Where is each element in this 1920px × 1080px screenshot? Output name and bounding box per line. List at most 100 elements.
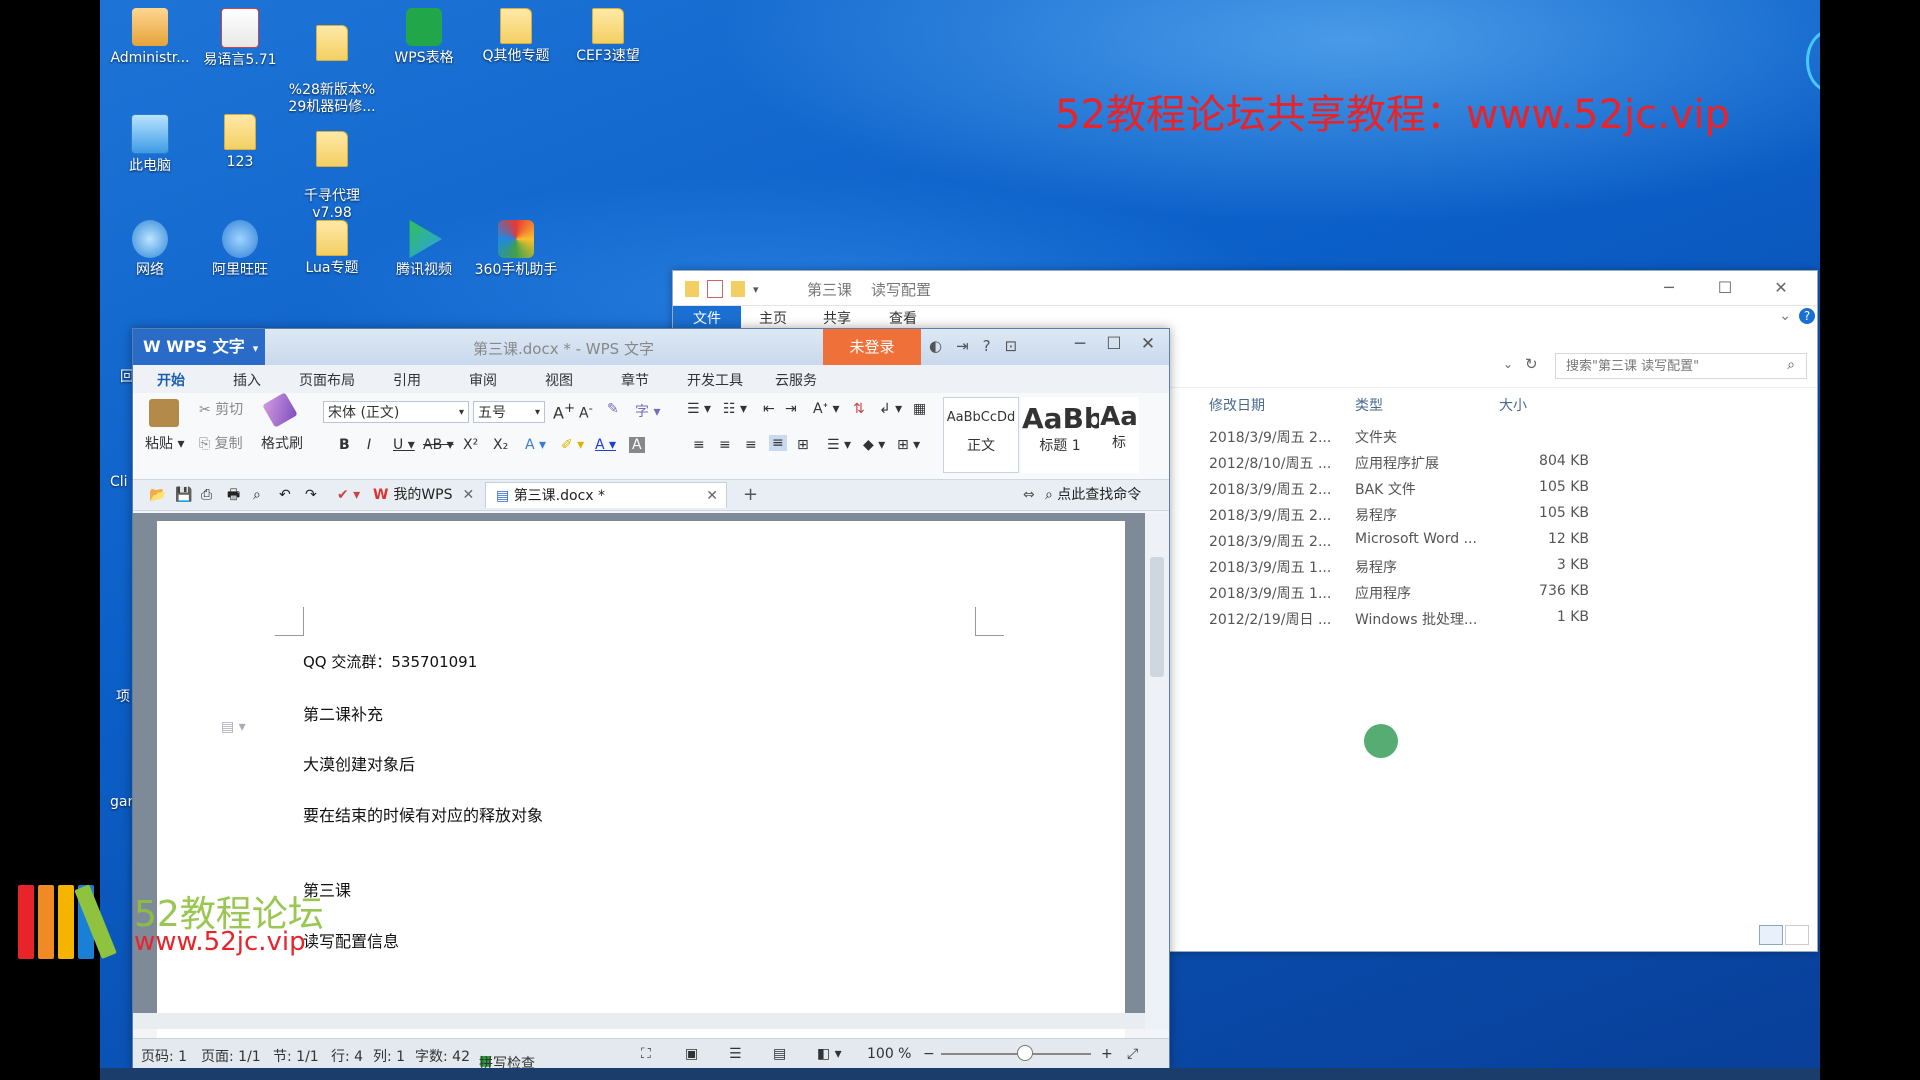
numbered-list-icon[interactable]: ☷ ▾ [723, 401, 747, 417]
status-words[interactable]: 字数: 42 [415, 1046, 470, 1066]
increase-indent-icon[interactable]: ⇥ [785, 401, 797, 417]
text-direction-icon[interactable]: Aᐩ ▾ [813, 401, 840, 417]
restore-layout-icon[interactable]: ⊡ [1005, 337, 1018, 355]
column-type[interactable]: 类型 [1355, 395, 1383, 415]
bullet-list-icon[interactable]: ☰ ▾ [687, 401, 711, 417]
phonetic-icon[interactable]: 字 ▾ [635, 401, 660, 421]
close-icon[interactable]: ✕ [463, 487, 475, 503]
tab-view[interactable]: 查看 [883, 306, 923, 330]
align-justify-icon[interactable]: ≡ [769, 435, 787, 451]
maximize-icon[interactable]: ☐ [1097, 334, 1131, 354]
tab-file[interactable]: 文件 [673, 306, 741, 330]
format-painter-button[interactable]: 格式刷 [261, 433, 303, 453]
tab-cloud[interactable]: 云服务 [775, 370, 817, 390]
tab-share[interactable]: 共享 [817, 306, 857, 330]
help-icon[interactable]: ? [983, 337, 991, 355]
decrease-indent-icon[interactable]: ⇤ [763, 401, 775, 417]
redo-icon[interactable]: ↷ [295, 482, 327, 508]
close-icon[interactable]: ✕ [706, 483, 718, 509]
align-center-icon[interactable]: ≡ [719, 437, 731, 453]
skin-icon[interactable]: ◐ [929, 337, 942, 355]
tab-review[interactable]: 审阅 [469, 370, 497, 390]
underline-icon[interactable]: U ▾ [393, 437, 415, 453]
desktop-icon-123[interactable]: 123 [192, 114, 288, 171]
copy-button[interactable]: ⎘ 复制 [199, 433, 243, 453]
font-size-select[interactable]: 五号 ▾ [473, 401, 545, 423]
tab-my-wps[interactable]: W 我的WPS ✕ [363, 482, 484, 508]
chevron-down-icon[interactable]: ⌄ [1773, 306, 1797, 326]
line-spacing-icon[interactable]: ☰ ▾ [827, 437, 851, 453]
column-date[interactable]: 修改日期 [1209, 395, 1265, 415]
distribute-icon[interactable]: ⊞ [797, 437, 809, 453]
tab-references[interactable]: 引用 [393, 370, 421, 390]
vertical-scrollbar[interactable] [1145, 513, 1169, 1029]
zoom-slider[interactable] [941, 1053, 1091, 1055]
minimize-icon[interactable]: ─ [1641, 275, 1697, 301]
horizontal-scrollbar[interactable] [133, 1013, 1145, 1029]
desktop-icon-administrator[interactable]: Administr... [102, 8, 198, 67]
full-screen-icon[interactable]: ⛶ [641, 1046, 651, 1062]
paragraph-mark-icon[interactable]: ↲ ▾ [879, 401, 902, 417]
new-folder-icon[interactable] [731, 281, 745, 297]
close-icon[interactable]: ✕ [1753, 275, 1809, 301]
tab-page-layout[interactable]: 页面布局 [299, 370, 355, 390]
status-page-no[interactable]: 页码: 1 [141, 1046, 187, 1066]
paragraph-handle-icon[interactable]: ▤ ▾ [221, 719, 246, 735]
page-view-icon[interactable]: ▣ [685, 1046, 698, 1062]
desktop-icon-tencent-video[interactable]: 腾讯视频 [376, 220, 472, 279]
paste-icon[interactable] [149, 399, 179, 427]
refresh-icon[interactable]: ↻ [1525, 355, 1538, 373]
doc-paragraph[interactable]: 第二课补充 [303, 701, 383, 725]
scrollbar-thumb[interactable] [1150, 557, 1164, 677]
align-left-icon[interactable]: ≡ [693, 437, 705, 453]
desktop-icon-wps-sheet[interactable]: WPS表格 [376, 8, 472, 67]
style-more[interactable]: Aa 标 [1099, 397, 1139, 473]
tab-chapter[interactable]: 章节 [621, 370, 649, 390]
print-preview-icon[interactable]: ⌕ [243, 482, 271, 508]
zoom-slider-handle[interactable] [1017, 1045, 1033, 1061]
desktop-icon-360[interactable]: 360手机助手 [468, 220, 564, 279]
font-shrink-icon[interactable]: A- [579, 401, 593, 422]
desktop-icon-network[interactable]: 网络 [102, 220, 198, 279]
font-color-icon[interactable]: A ▾ [595, 437, 616, 453]
reading-mode-icon[interactable]: ◧ ▾ [817, 1046, 842, 1062]
style-heading-1[interactable]: AaBb 标题 1 [1021, 397, 1104, 473]
tab-home[interactable]: 开始 [157, 370, 185, 390]
outline-view-icon[interactable]: ☰ [729, 1046, 742, 1062]
bold-icon[interactable]: B [339, 437, 350, 453]
tab-view[interactable]: 视图 [545, 370, 573, 390]
sort-icon[interactable]: ⇅ [853, 401, 865, 417]
table-icon[interactable]: ▦ [913, 401, 926, 417]
doc-paragraph[interactable]: 大漠创建对象后 [303, 751, 415, 775]
desktop-icon-cef3[interactable]: CEF3速望 [560, 8, 656, 65]
shading-icon[interactable]: ◆ ▾ [863, 437, 885, 453]
search-input[interactable]: 搜索"第三课 读写配置" [1555, 353, 1807, 379]
cut-button[interactable]: ✂ 剪切 [199, 399, 243, 419]
italic-icon[interactable]: I [367, 437, 371, 453]
desktop-icon-lua[interactable]: Lua专题 [284, 220, 380, 277]
font-name-select[interactable]: 宋体 (正文) ▾ [323, 401, 469, 423]
doc-paragraph[interactable]: QQ 交流群：535701091 [303, 651, 477, 672]
maximize-icon[interactable]: ☐ [1697, 275, 1753, 301]
tab-developer[interactable]: 开发工具 [687, 370, 743, 390]
zoom-in-icon[interactable]: + [1101, 1046, 1113, 1062]
find-command[interactable]: ⌕ 点此查找命令 [1035, 482, 1151, 508]
fit-page-icon[interactable]: ⤢ [1127, 1046, 1138, 1062]
search-icon[interactable]: ⌕ [1787, 357, 1795, 373]
help-icon[interactable]: ? [1799, 308, 1815, 324]
desktop-icon-q-other[interactable]: Q其他专题 [468, 8, 564, 65]
clear-format-icon[interactable]: ✎ [607, 401, 619, 417]
superscript-icon[interactable]: X² [463, 437, 478, 453]
details-view-icon[interactable] [1759, 925, 1783, 945]
tab-home[interactable]: 主页 [753, 306, 793, 330]
properties-icon[interactable] [707, 280, 723, 298]
minimize-icon[interactable]: ─ [1063, 334, 1097, 354]
large-icons-view-icon[interactable] [1785, 925, 1809, 945]
login-button[interactable]: 未登录 [823, 329, 921, 365]
chevron-down-icon[interactable]: ⌄ [1503, 357, 1513, 371]
column-size[interactable]: 大小 [1499, 395, 1527, 415]
tab-insert[interactable]: 插入 [233, 370, 261, 390]
format-painter-icon[interactable] [262, 392, 298, 428]
desktop-icon-aliwangwang[interactable]: 阿里旺旺 [192, 220, 288, 279]
highlight-icon[interactable]: ✐ ▾ [561, 437, 584, 453]
